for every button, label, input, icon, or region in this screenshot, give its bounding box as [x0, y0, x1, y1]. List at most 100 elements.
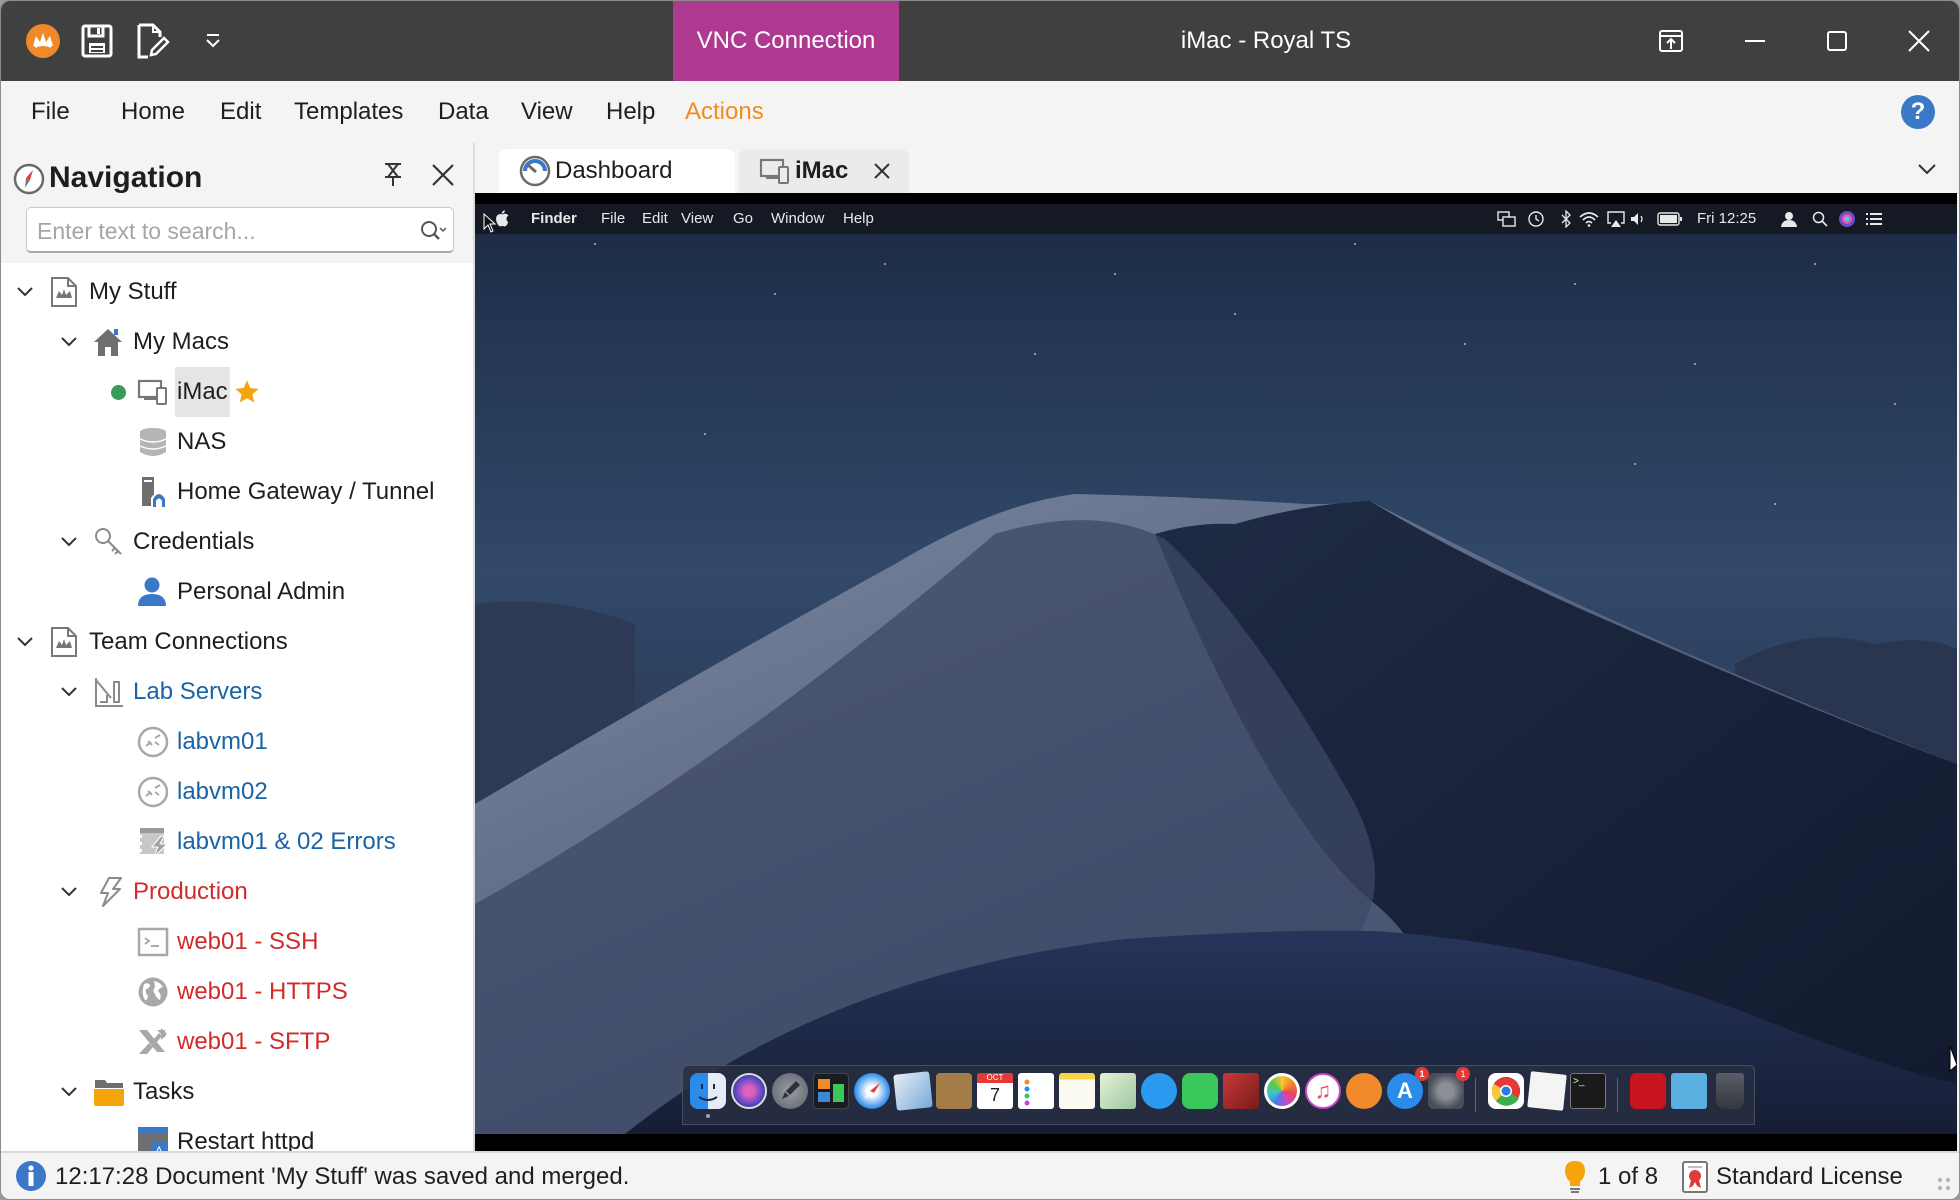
close-window-button[interactable] — [1879, 1, 1959, 81]
tree-item-credentials[interactable]: Credentials — [1, 517, 473, 567]
dock-mail-icon[interactable] — [893, 1071, 933, 1111]
mac-menu-edit[interactable]: Edit — [642, 204, 668, 234]
dock-photos-icon[interactable] — [1264, 1073, 1300, 1109]
tree-item-imac[interactable]: iMac — [1, 367, 473, 417]
tree-item-my-stuff[interactable]: My Stuff — [1, 267, 473, 317]
context-tab-vnc-connection[interactable]: VNC Connection — [673, 1, 899, 81]
license-status[interactable]: Standard License — [1716, 1153, 1903, 1199]
tree-item-web01-ssh[interactable]: web01 - SSH — [1, 917, 473, 967]
mac-menu-window[interactable]: Window — [771, 204, 824, 234]
mac-clock[interactable]: Fri 12:25 — [1697, 204, 1756, 234]
dock-contacts-icon[interactable] — [936, 1073, 972, 1109]
chevron-down-icon[interactable] — [57, 330, 81, 354]
tab-dashboard[interactable]: Dashboard — [499, 149, 735, 193]
dock-siri-icon[interactable] — [731, 1073, 767, 1109]
dock-acrobat-reader-icon[interactable] — [1630, 1073, 1666, 1109]
mac-menu-view[interactable]: View — [681, 204, 713, 234]
tree-item-home-gateway-tunnel[interactable]: Home Gateway / Tunnel — [1, 467, 473, 517]
tree-item-labvm01[interactable]: labvm01 — [1, 717, 473, 767]
mac-menu-file[interactable]: File — [601, 204, 625, 234]
tree-item-team-connections[interactable]: Team Connections — [1, 617, 473, 667]
vnc-session-view[interactable]: Finder File Edit View Go Window Help Fri… — [475, 193, 1957, 1151]
menu-data[interactable]: Data — [438, 81, 489, 143]
apple-menu-icon[interactable] — [495, 210, 509, 227]
dock-notes-icon[interactable] — [1059, 1073, 1095, 1109]
lightbulb-hint-icon[interactable] — [1563, 1159, 1587, 1195]
chevron-down-icon[interactable] — [57, 530, 81, 554]
pop-out-button[interactable] — [1631, 1, 1711, 81]
resize-grip-icon[interactable] — [1937, 1177, 1951, 1191]
tree-item-my-macs[interactable]: My Macs — [1, 317, 473, 367]
tab-imac[interactable]: iMac — [739, 149, 909, 193]
menu-view[interactable]: View — [521, 81, 573, 143]
dock-downloads-folder-icon[interactable] — [1671, 1073, 1707, 1109]
tree-item-lab-servers[interactable]: Lab Servers — [1, 667, 473, 717]
maximize-button[interactable] — [1797, 1, 1877, 81]
dock-photo-booth-icon[interactable] — [1223, 1073, 1259, 1109]
tree-item-labvm-errors[interactable]: labvm01 & 02 Errors — [1, 817, 473, 867]
chevron-down-icon[interactable] — [57, 1080, 81, 1104]
dock-finder-icon[interactable] — [690, 1073, 726, 1109]
dock-trash-icon[interactable] — [1716, 1073, 1744, 1109]
menu-help[interactable]: Help — [606, 81, 655, 143]
dock-system-preferences-icon[interactable]: 1 — [1428, 1067, 1470, 1109]
tree-item-web01-sftp[interactable]: web01 - SFTP — [1, 1017, 473, 1067]
mirroring-icon[interactable] — [1496, 209, 1518, 229]
menu-file[interactable]: File — [31, 81, 70, 143]
chevron-down-icon[interactable] — [57, 680, 81, 704]
tree-item-production[interactable]: Production — [1, 867, 473, 917]
dock-app-store-icon[interactable]: A1 — [1387, 1067, 1429, 1109]
save-button[interactable] — [75, 1, 119, 81]
app-menu-button[interactable] — [21, 1, 65, 81]
hint-counter[interactable]: 1 of 8 — [1598, 1153, 1658, 1199]
dock-textedit-icon[interactable] — [1527, 1071, 1567, 1111]
mac-menu-go[interactable]: Go — [733, 204, 753, 234]
notification-center-icon[interactable] — [1863, 209, 1885, 229]
dock-calendar-icon[interactable]: OCT 7 — [977, 1073, 1013, 1109]
dock-mission-control-icon[interactable] — [813, 1073, 849, 1109]
airplay-icon[interactable] — [1605, 209, 1627, 229]
menu-home[interactable]: Home — [121, 81, 185, 143]
minimize-button[interactable] — [1715, 1, 1795, 81]
dock-terminal-icon[interactable]: >_ — [1570, 1073, 1606, 1109]
volume-icon[interactable] — [1627, 209, 1649, 229]
mac-menu-finder[interactable]: Finder — [531, 204, 577, 234]
dock-maps-icon[interactable] — [1100, 1073, 1136, 1109]
chevron-down-icon[interactable] — [13, 280, 37, 304]
edit-document-button[interactable] — [131, 1, 175, 81]
wifi-icon[interactable] — [1578, 209, 1600, 229]
tree-item-restart-httpd[interactable]: A Restart httpd — [1, 1117, 473, 1151]
dock-safari-icon[interactable] — [854, 1073, 890, 1109]
user-icon[interactable] — [1778, 209, 1800, 229]
search-options-icon[interactable] — [419, 219, 447, 243]
dock-chrome-icon[interactable] — [1488, 1073, 1524, 1109]
dock-ibooks-icon[interactable] — [1346, 1073, 1382, 1109]
siri-icon[interactable] — [1836, 209, 1858, 229]
dock-reminders-icon[interactable] — [1018, 1073, 1054, 1109]
dock-launchpad-icon[interactable] — [772, 1073, 808, 1109]
chevron-down-icon[interactable] — [13, 630, 37, 654]
battery-icon[interactable] — [1657, 209, 1683, 229]
dock-messages-icon[interactable] — [1141, 1073, 1177, 1109]
close-panel-icon[interactable] — [431, 163, 455, 187]
menu-actions[interactable]: Actions — [685, 81, 764, 143]
customize-quick-access-button[interactable] — [197, 1, 229, 81]
navigation-search-input[interactable] — [35, 208, 419, 254]
time-machine-icon[interactable] — [1525, 209, 1547, 229]
tree-item-tasks[interactable]: Tasks — [1, 1067, 473, 1117]
dock-itunes-icon[interactable]: ♫ — [1305, 1073, 1341, 1109]
help-button[interactable]: ? — [1901, 95, 1935, 129]
menu-templates[interactable]: Templates — [294, 81, 403, 143]
tree-item-personal-admin[interactable]: Personal Admin — [1, 567, 473, 617]
bluetooth-icon[interactable] — [1555, 209, 1577, 229]
tab-overflow-button[interactable] — [1907, 149, 1947, 189]
chevron-down-icon[interactable] — [57, 880, 81, 904]
status-message[interactable]: 12:17:28 Document 'My Stuff' was saved a… — [55, 1153, 629, 1199]
tree-item-nas[interactable]: NAS — [1, 417, 473, 467]
tree-item-web01-https[interactable]: web01 - HTTPS — [1, 967, 473, 1017]
tree-item-labvm02[interactable]: labvm02 — [1, 767, 473, 817]
dock-facetime-icon[interactable] — [1182, 1073, 1218, 1109]
mac-menu-help[interactable]: Help — [843, 204, 874, 234]
pin-icon[interactable] — [381, 161, 405, 189]
close-tab-icon[interactable] — [873, 162, 891, 180]
